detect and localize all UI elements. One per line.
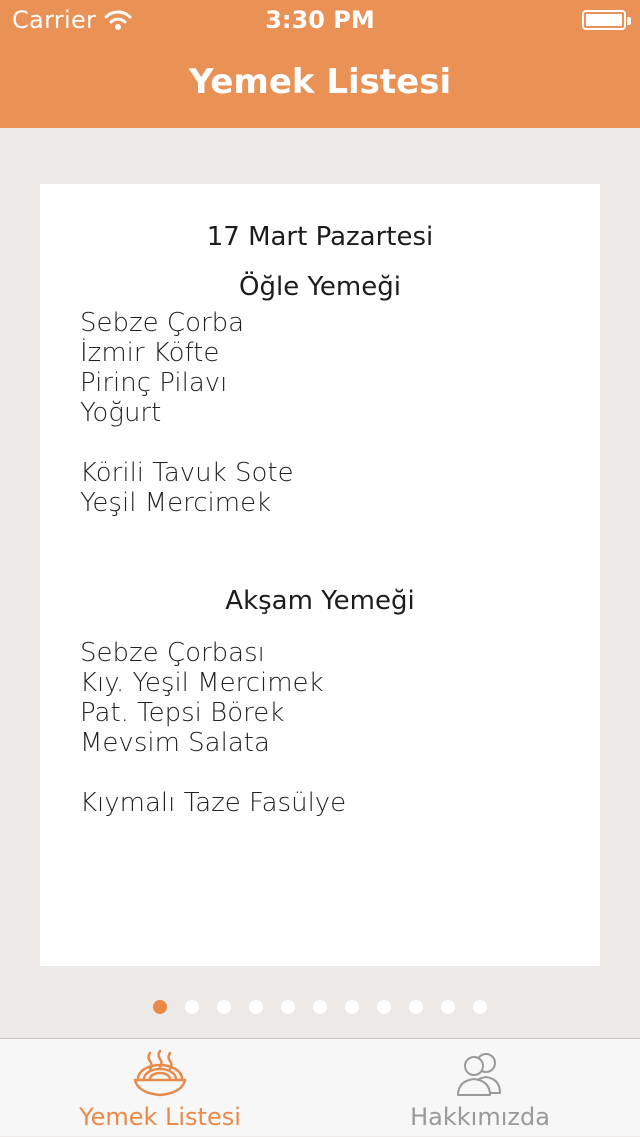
menu-item: Sebze Çorba [80,308,245,338]
page-dot[interactable] [473,1000,487,1014]
tab-yemek-listesi[interactable]: Yemek Listesi [0,1039,320,1137]
page-dot[interactable] [313,1000,327,1014]
menu-card[interactable]: 17 Mart Pazartesi Öğle Yemeği Sebze Çorb… [40,184,600,966]
page-dot[interactable] [153,1000,167,1014]
page-dot[interactable] [409,1000,423,1014]
menu-item: Sebze Çorbası [80,638,265,668]
menu-item: Pirinç Pilavı [80,368,228,398]
battery-icon [582,10,631,30]
page-dot[interactable] [185,1000,199,1014]
tab-label: Hakkımızda [410,1103,550,1131]
page-dot[interactable] [281,1000,295,1014]
menu-item: Mevsim Salata [80,728,270,758]
status-time: 3:30 PM [265,6,375,34]
menu-item: Yeşil Mercimek [80,488,272,518]
page-dot[interactable] [377,1000,391,1014]
lunch-items: Sebze Çorba İzmir Köfte Pirinç Pilavı Yo… [80,308,560,518]
page-dot[interactable] [249,1000,263,1014]
page-control[interactable] [0,1000,640,1014]
page-dot[interactable] [217,1000,231,1014]
page-dot[interactable] [441,1000,455,1014]
tab-bar: Yemek Listesi Hakkımızda [0,1038,640,1136]
page-dot[interactable] [345,1000,359,1014]
navigation-header: Carrier 3:30 PM Yemek Listesi [0,0,640,128]
dinner-items: Sebze Çorbası Kıy. Yeşil Mercimek Pat. T… [80,638,560,818]
food-bowl-icon [133,1049,187,1097]
tab-label: Yemek Listesi [79,1103,241,1131]
menu-item: Körili Tavuk Sote [80,458,294,488]
people-icon [457,1053,501,1096]
dinner-title: Akşam Yemeği [225,586,415,616]
lunch-title: Öğle Yemeği [239,272,401,302]
menu-item: Kıy. Yeşil Mercimek [80,668,324,698]
menu-item: Yoğurt [80,398,162,428]
menu-item: Pat. Tepsi Börek [80,698,285,728]
page-title: Yemek Listesi [188,62,452,102]
tab-hakkimizda[interactable]: Hakkımızda [320,1039,640,1137]
status-bar: Carrier 3:30 PM [0,0,640,40]
menu-item: Kıymalı Taze Fasülye [80,788,347,818]
menu-date: 17 Mart Pazartesi [206,222,434,252]
menu-item: İzmir Köfte [80,338,220,368]
